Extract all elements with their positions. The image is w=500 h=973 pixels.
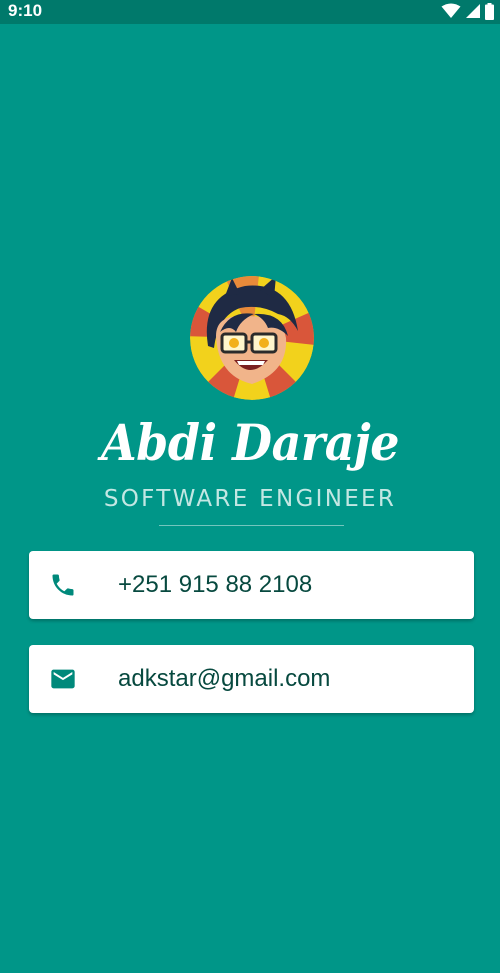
divider — [159, 525, 344, 526]
signal-icon — [465, 3, 481, 19]
profile-name: Abdi Daraje — [100, 413, 400, 472]
phone-icon — [49, 571, 77, 599]
status-icons — [441, 2, 494, 20]
email-card[interactable]: adkstar@gmail.com — [29, 645, 474, 713]
avatar — [190, 276, 314, 400]
profile-title: SOFTWARE ENGINEER — [103, 486, 397, 512]
battery-icon — [485, 2, 494, 20]
status-time: 9:10 — [8, 1, 43, 20]
phone-card[interactable]: +251 915 88 2108 — [29, 551, 474, 619]
wifi-icon — [441, 3, 461, 19]
phone-number: +251 915 88 2108 — [118, 571, 313, 598]
email-icon — [49, 665, 77, 693]
email-address: adkstar@gmail.com — [118, 665, 331, 692]
status-bar: 9:10 — [0, 0, 500, 24]
